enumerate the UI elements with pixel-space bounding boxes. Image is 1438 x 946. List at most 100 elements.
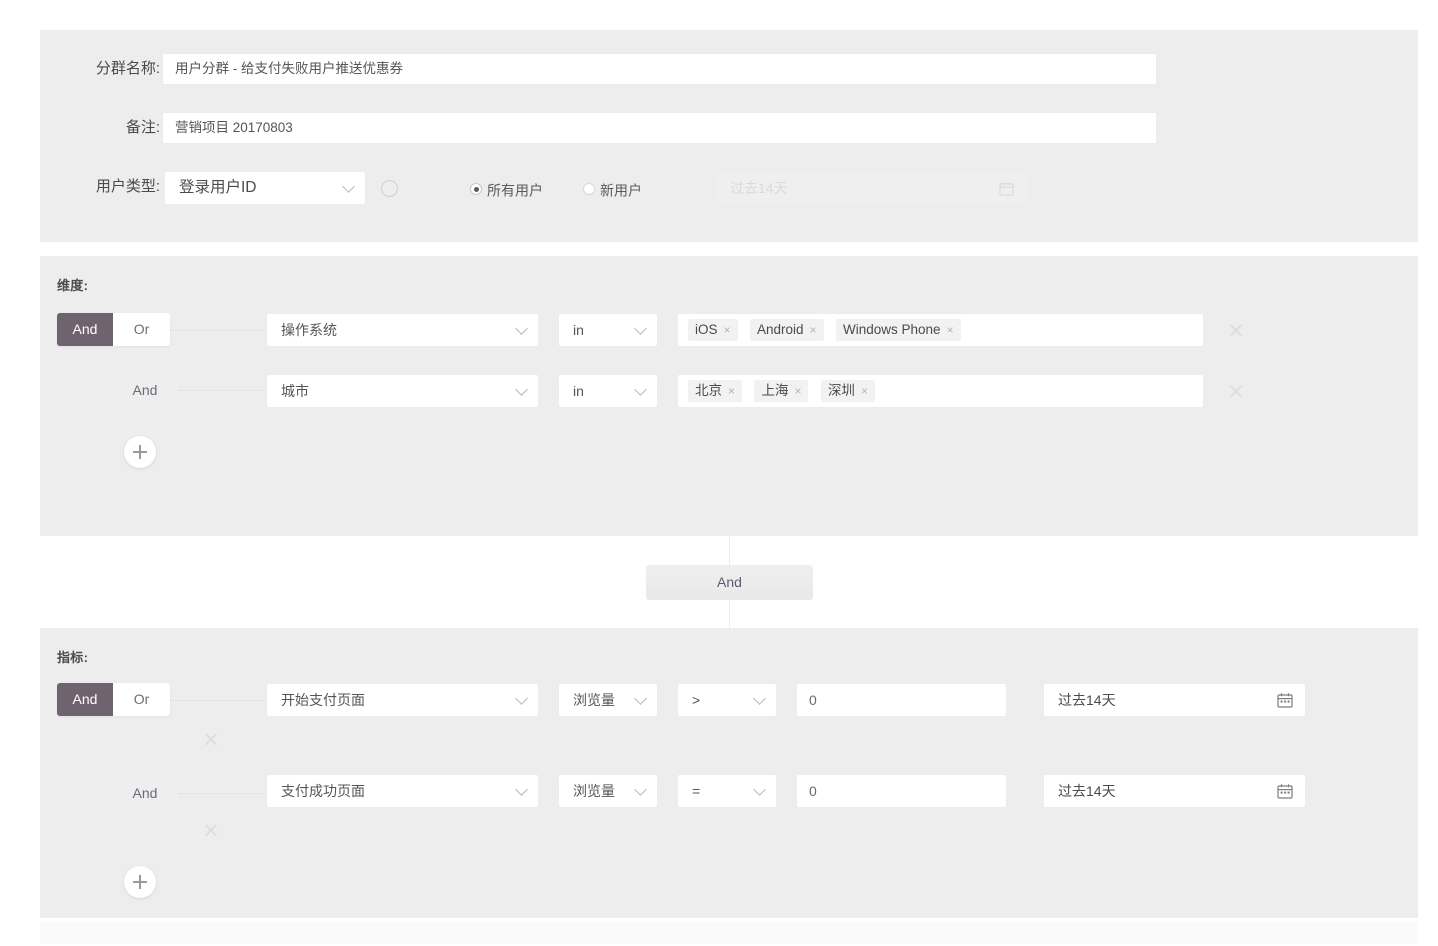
tag-remove-icon[interactable]: ×	[947, 323, 954, 337]
tag-label: Windows Phone	[843, 322, 941, 337]
dimension-field-select-1[interactable]: 城市	[266, 374, 539, 408]
user-type-select[interactable]: 登录用户ID	[164, 171, 366, 205]
radio-new-users-dot	[583, 183, 595, 196]
chevron-down-icon	[753, 692, 766, 705]
metric-value-input-0[interactable]: 0	[796, 683, 1007, 717]
radio-all-users-label: 所有用户	[487, 182, 543, 199]
chevron-down-icon	[515, 383, 528, 396]
chevron-down-icon	[515, 783, 528, 796]
connector-line	[178, 390, 270, 391]
metric-row-connector-1[interactable]: And	[112, 779, 178, 807]
user-type-select-value: 登录用户ID	[179, 179, 257, 196]
metric-value-input-1[interactable]: 0	[796, 774, 1007, 808]
tag-chip[interactable]: 北京 ×	[688, 380, 743, 402]
tag-remove-icon[interactable]: ×	[728, 384, 735, 398]
segment-name-input[interactable]: 用户分群 - 给支付失败用户推送优惠券	[162, 53, 1157, 85]
radio-all-users-dot	[470, 183, 482, 196]
metric-event-value-1: 支付成功页面	[281, 783, 365, 799]
note-row: 备注: 营销项目 20170803	[40, 112, 1418, 144]
date-range-field-disabled: 过去14天	[717, 171, 1027, 205]
connector-line	[170, 330, 270, 331]
metric-logic-and[interactable]: And	[57, 683, 113, 716]
chevron-down-icon	[753, 783, 766, 796]
tag-remove-icon[interactable]: ×	[724, 323, 731, 337]
metric-event-select-0[interactable]: 开始支付页面	[266, 683, 539, 717]
dimension-row-remove-0[interactable]: ×	[1225, 319, 1247, 341]
bottom-strip	[40, 922, 1418, 944]
calendar-icon[interactable]	[1277, 783, 1293, 799]
metric-row-remove-1[interactable]: ×	[200, 819, 222, 841]
metric-measure-value-0: 浏览量	[573, 692, 615, 708]
tag-chip[interactable]: Windows Phone ×	[836, 319, 961, 341]
user-type-row: 用户类型: 登录用户ID 所有用户 新用户 过去14天	[40, 171, 1418, 207]
dimension-add-button[interactable]	[124, 436, 156, 468]
dimension-logic-toggle[interactable]: And Or	[57, 313, 170, 346]
dimension-row-connector-1[interactable]: And	[112, 376, 178, 404]
calendar-icon	[999, 181, 1014, 196]
metric-logic-toggle[interactable]: And Or	[57, 683, 170, 716]
metric-comparator-select-0[interactable]: >	[677, 683, 777, 717]
chevron-down-icon	[634, 383, 647, 396]
radio-all-users[interactable]: 所有用户	[470, 181, 543, 198]
segment-builder-page: 分群名称: 用户分群 - 给支付失败用户推送优惠券 备注: 营销项目 20170…	[0, 0, 1438, 946]
calendar-icon[interactable]	[1277, 692, 1293, 708]
metric-add-button[interactable]	[124, 866, 156, 898]
dimension-operator-value-1: in	[573, 383, 584, 399]
tag-chip[interactable]: iOS ×	[688, 319, 738, 341]
metric-comparator-select-1[interactable]: =	[677, 774, 777, 808]
tag-remove-icon[interactable]: ×	[861, 384, 868, 398]
tag-label: 深圳	[827, 383, 855, 398]
radio-new-users-label: 新用户	[600, 182, 642, 199]
dimension-operator-select-1[interactable]: in	[558, 374, 658, 408]
note-input[interactable]: 营销项目 20170803	[162, 112, 1157, 144]
tag-chip[interactable]: 上海 ×	[754, 380, 809, 402]
connector-line	[178, 793, 270, 794]
tag-remove-icon[interactable]: ×	[810, 323, 817, 337]
dimension-field-value-0: 操作系统	[281, 322, 337, 338]
metric-measure-select-1[interactable]: 浏览量	[558, 774, 658, 808]
metric-logic-or[interactable]: Or	[113, 683, 170, 716]
metric-comparator-value-0: >	[692, 692, 701, 708]
basic-info-panel: 分群名称: 用户分群 - 给支付失败用户推送优惠券 备注: 营销项目 20170…	[40, 30, 1418, 242]
radio-new-users[interactable]: 新用户	[583, 181, 642, 198]
metric-row-remove-0[interactable]: ×	[200, 728, 222, 750]
dimension-field-value-1: 城市	[281, 383, 309, 399]
metric-date-field-1[interactable]: 过去14天	[1043, 774, 1306, 808]
chevron-down-icon	[515, 692, 528, 705]
metric-date-value-1: 过去14天	[1058, 783, 1116, 799]
metric-measure-value-1: 浏览量	[573, 783, 615, 799]
tag-label: Android	[756, 322, 804, 337]
section-logic-and[interactable]: And	[646, 565, 813, 600]
user-type-label: 用户类型:	[95, 178, 160, 195]
dimension-logic-or[interactable]: Or	[113, 313, 170, 346]
connector-line	[170, 700, 270, 701]
metric-date-value-0: 过去14天	[1058, 692, 1116, 708]
chevron-down-icon	[515, 322, 528, 335]
metric-event-value-0: 开始支付页面	[281, 692, 365, 708]
dimension-panel: 维度: And Or 操作系统 in iOS × Android × Windows…	[40, 256, 1418, 536]
metric-panel: 指标: And Or × 开始支付页面 浏览量 > 0 过去14天 And × …	[40, 628, 1418, 918]
metric-date-field-0[interactable]: 过去14天	[1043, 683, 1306, 717]
chevron-down-icon	[634, 783, 647, 796]
tag-label: 北京	[695, 383, 722, 398]
dimension-title: 维度:	[57, 278, 89, 293]
tag-chip[interactable]: Android ×	[749, 319, 824, 341]
tag-chip[interactable]: 深圳 ×	[820, 380, 875, 402]
dimension-tags-input-0[interactable]: iOS × Android × Windows Phone ×	[677, 313, 1204, 347]
note-label: 备注:	[125, 119, 160, 136]
dimension-field-select-0[interactable]: 操作系统	[266, 313, 539, 347]
tag-label: iOS	[695, 322, 718, 337]
circle-icon[interactable]	[381, 180, 398, 197]
date-range-value-disabled: 过去14天	[730, 180, 788, 196]
metric-comparator-value-1: =	[692, 783, 701, 799]
dimension-operator-select-0[interactable]: in	[558, 313, 658, 347]
chevron-down-icon	[634, 322, 647, 335]
tag-remove-icon[interactable]: ×	[794, 384, 801, 398]
segment-name-label: 分群名称:	[95, 60, 160, 77]
metric-event-select-1[interactable]: 支付成功页面	[266, 774, 539, 808]
chevron-down-icon	[634, 692, 647, 705]
metric-measure-select-0[interactable]: 浏览量	[558, 683, 658, 717]
dimension-logic-and[interactable]: And	[57, 313, 113, 346]
dimension-row-remove-1[interactable]: ×	[1225, 380, 1247, 402]
dimension-tags-input-1[interactable]: 北京 × 上海 × 深圳 ×	[677, 374, 1204, 408]
